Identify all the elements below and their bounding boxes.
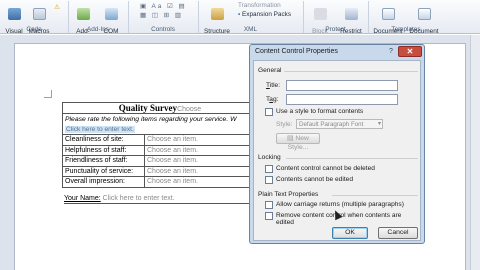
macros-button[interactable]: Macros <box>27 0 51 35</box>
style-label: Style: <box>276 121 293 128</box>
remove-when-edited-label: Remove content control when contents are… <box>276 212 402 226</box>
document-template-button[interactable]: Document Template <box>371 0 405 42</box>
survey-title-cell[interactable]: Quality SurveyChoose <box>62 102 258 114</box>
document-panel-button[interactable]: Document Panel <box>407 0 441 42</box>
visual-basic-icon <box>7 8 21 20</box>
help-icon[interactable]: ? <box>385 47 397 57</box>
allow-returns-label: Allow carriage returns (multiple paragra… <box>276 201 404 208</box>
row-label: Helpfulness of staff: <box>62 144 145 156</box>
group-label-templates: Templates <box>391 26 421 33</box>
com-addins-button[interactable]: COM Add-Ins <box>97 0 125 42</box>
choose-item-dropdown[interactable]: Choose an item. <box>144 134 258 146</box>
choose-item-dropdown[interactable]: Choose an item. <box>144 155 258 167</box>
group-label-addins: Add-Ins <box>86 26 110 33</box>
table-row: Overall impression: Choose an item. <box>62 176 258 188</box>
addins-button[interactable]: Add-Ins <box>72 0 94 42</box>
visual-basic-button[interactable]: Visual Basic <box>3 0 25 42</box>
cannot-edit-label: Contents cannot be edited <box>276 176 353 183</box>
group-label-code: Code <box>26 26 42 33</box>
restrict-editing-button[interactable]: Restrict Editing <box>336 0 366 42</box>
vertical-scrollbar[interactable] <box>470 35 480 270</box>
controls-gallery-row2[interactable]: ▦ ◫ ⊞ ▥ <box>140 11 183 19</box>
click-here-text[interactable]: Click here to enter text. <box>65 125 135 133</box>
document-panel-icon <box>417 8 431 20</box>
choose-item-dropdown[interactable]: Choose an item. <box>144 165 258 177</box>
expansion-packs-button[interactable]: ▪ Expansion Packs <box>238 11 291 18</box>
structure-icon <box>210 8 224 20</box>
block-authors-button[interactable]: Block Authors <box>306 0 334 42</box>
addins-icon <box>76 8 90 20</box>
macro-security-button[interactable]: ⚠ <box>54 3 60 11</box>
group-label-xml: XML <box>243 26 258 33</box>
row-label: Cleanliness of site: <box>62 134 145 146</box>
style-select[interactable]: Default Paragraph Font ▾ <box>296 119 383 129</box>
block-authors-icon <box>313 8 327 20</box>
cannot-delete-checkbox[interactable] <box>265 165 273 173</box>
plain-text-section-label: Plain Text Properties <box>258 191 319 198</box>
name-label: Your Name: <box>64 195 101 202</box>
table-row: Cleanliness of site: Choose an item. <box>62 134 258 146</box>
new-style-button[interactable]: ▤ New Style... <box>276 133 320 151</box>
table-row: Helpfulness of staff: Choose an item. <box>62 144 258 156</box>
chevron-down-icon: ▾ <box>377 121 381 127</box>
controls-gallery[interactable]: ▣ Aa ☑ ▤ <box>140 2 187 10</box>
cancel-button[interactable]: Cancel <box>378 227 418 239</box>
name-row: Your Name: Click here to enter text. <box>64 195 258 204</box>
row-label: Friendliness of staff: <box>62 155 145 167</box>
allow-returns-checkbox[interactable] <box>265 201 273 209</box>
close-button[interactable]: ✕ <box>398 46 422 57</box>
remove-when-edited-checkbox[interactable] <box>265 212 273 220</box>
instruction-text: Please rate the following items regardin… <box>65 115 237 123</box>
survey-table: Quality SurveyChoose Please rate the fol… <box>62 102 258 188</box>
use-style-checkbox[interactable] <box>265 108 273 116</box>
general-section-label: General <box>258 67 282 74</box>
document-template-icon <box>381 8 395 20</box>
name-input[interactable]: Click here to enter text. <box>103 195 175 202</box>
ok-button[interactable]: OK <box>332 227 368 239</box>
restrict-editing-icon <box>344 8 358 20</box>
locking-section-label: Locking <box>258 154 281 161</box>
table-row: Friendliness of staff: Choose an item. <box>62 155 258 167</box>
expansion-packs-icon: ▪ <box>238 11 241 18</box>
survey-title: Quality Survey <box>118 103 178 113</box>
tag-field[interactable] <box>286 94 398 105</box>
table-row: Punctuality of service: Choose an item. <box>62 165 258 177</box>
warning-icon: ⚠ <box>54 4 60 11</box>
structure-button[interactable]: Structure <box>202 0 232 35</box>
choose-item-dropdown[interactable]: Choose an item. <box>144 176 258 188</box>
margin-mark <box>44 90 52 98</box>
group-label-controls: Controls <box>151 26 175 33</box>
title-content-control[interactable]: Choose <box>177 106 201 113</box>
row-label: Overall impression: <box>62 176 145 188</box>
cannot-delete-label: Content control cannot be deleted <box>276 165 375 172</box>
click-here-cell[interactable]: Click here to enter text. <box>62 124 258 135</box>
choose-item-dropdown[interactable]: Choose an item. <box>144 144 258 156</box>
tag-label: Tag: <box>266 96 279 103</box>
ribbon: Visual Basic Macros ⚠ Add-Ins COM Add-In… <box>0 0 480 42</box>
new-style-icon: ▤ <box>287 135 294 142</box>
row-label: Punctuality of service: <box>62 165 145 177</box>
title-field[interactable] <box>286 80 398 91</box>
macros-icon <box>32 8 46 20</box>
instruction-cell: Please rate the following items regardin… <box>62 113 258 124</box>
transformation-button[interactable]: Transformation <box>238 2 281 9</box>
cannot-edit-checkbox[interactable] <box>265 176 273 184</box>
group-label-protect: Protect <box>325 26 346 33</box>
com-addins-icon <box>104 8 118 20</box>
dialog-title: Content Control Properties <box>255 48 338 55</box>
title-label: Title: <box>266 82 281 89</box>
use-style-label: Use a style to format contents <box>276 108 364 115</box>
